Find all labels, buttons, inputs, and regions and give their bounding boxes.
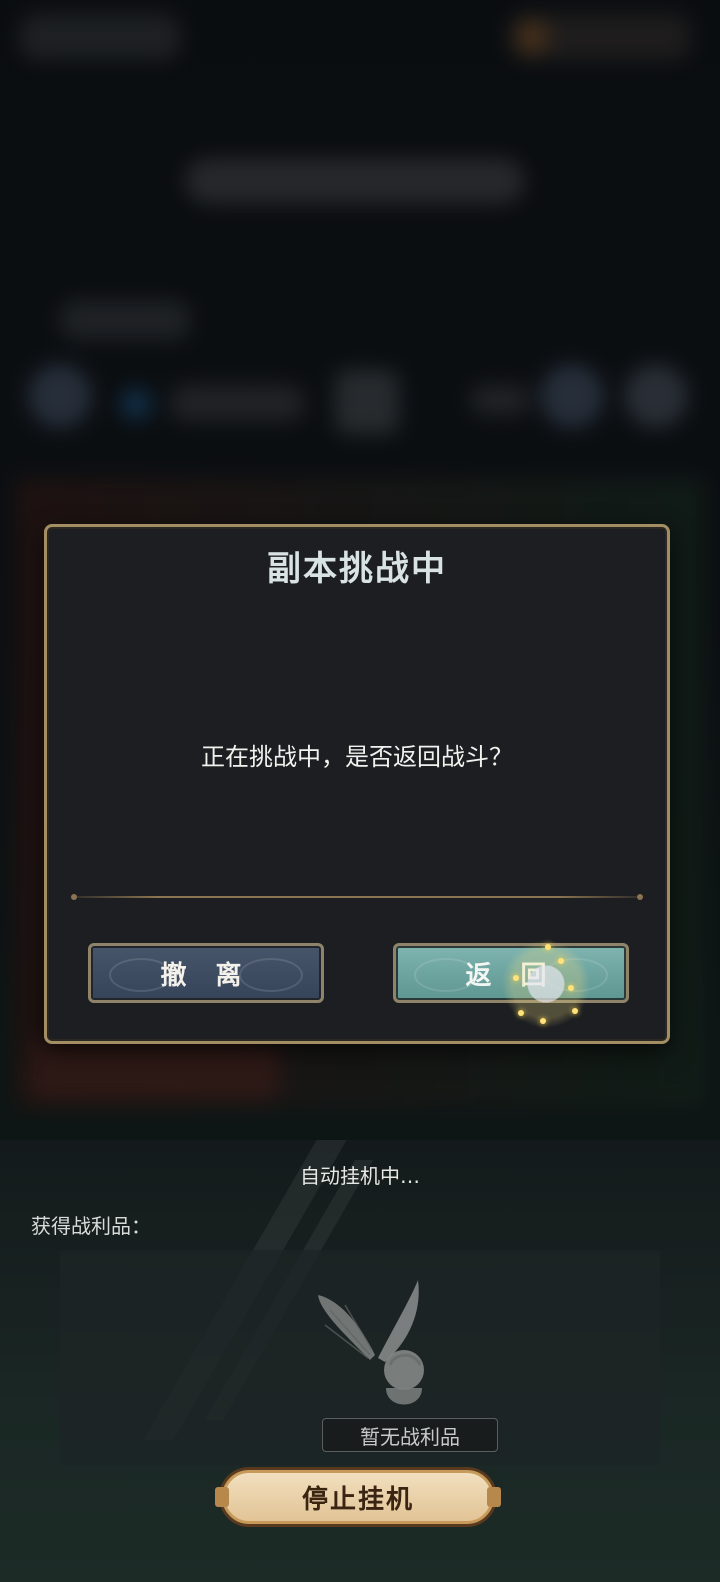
retreat-button[interactable]: 撤 离	[88, 943, 324, 1003]
return-button-label: 返 回	[465, 960, 557, 991]
fairy-icon	[318, 1280, 424, 1405]
sparkle-icon	[518, 1010, 524, 1016]
auto-battle-status: 自动挂机中…	[300, 1164, 420, 1188]
sparkle-icon	[540, 1018, 546, 1024]
stop-auto-battle-button[interactable]: 停止挂机	[215, 1470, 501, 1524]
divider	[71, 894, 643, 900]
auto-battle-section: 自动挂机中… 获得战利品： 暂无战利品 停止挂机	[0, 1140, 720, 1582]
sparkle-icon	[572, 1008, 578, 1014]
stop-auto-battle-label: 停止挂机	[301, 1484, 414, 1515]
return-button[interactable]: 返 回	[393, 943, 629, 1003]
sparkle-icon	[558, 958, 564, 964]
game-screen: 副本挑战中 正在挑战中，是否返回战斗？ 撤 离 返 回 自动挂机中… 获得战利品…	[0, 0, 720, 1582]
retreat-button-label: 撤 离	[160, 960, 252, 991]
dialog-message: 正在挑战中，是否返回战斗？	[201, 743, 513, 771]
loot-container: 暂无战利品	[60, 1250, 660, 1465]
challenge-dialog: 副本挑战中 正在挑战中，是否返回战斗？ 撤 离 返 回	[44, 524, 670, 1044]
no-loot-label: 暂无战利品	[322, 1418, 498, 1452]
dialog-title: 副本挑战中	[267, 549, 447, 589]
sparkle-icon	[545, 944, 551, 950]
sparkle-icon	[513, 975, 519, 981]
sparkle-icon	[568, 985, 574, 991]
loot-label: 获得战利品：	[31, 1214, 151, 1238]
